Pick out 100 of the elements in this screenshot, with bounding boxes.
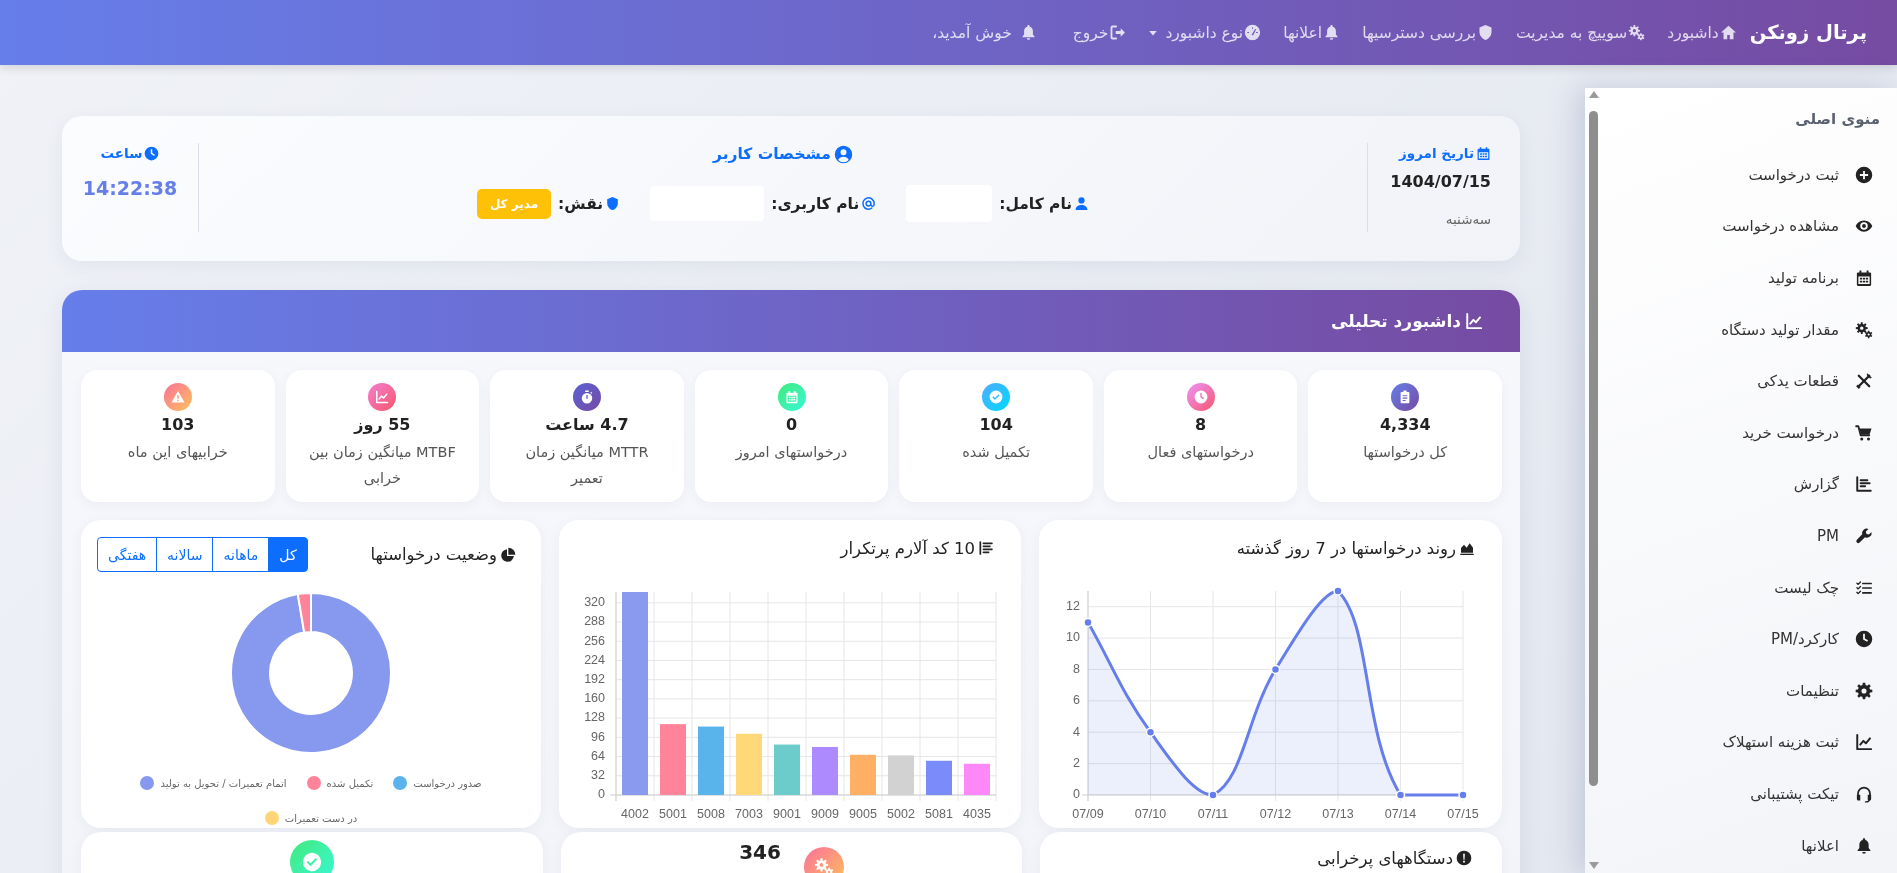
sidebar-item[interactable]: برنامه تولید [1602, 252, 1873, 304]
stat-label: درخواستهای فعال [1147, 443, 1254, 463]
brand-link[interactable]: پرتال زونکن [1749, 21, 1867, 44]
stat-value: 103 [161, 415, 195, 435]
scrollbar-thumb[interactable] [1589, 111, 1598, 786]
sidebar-item[interactable]: ثبت هزینه استهلاک [1602, 716, 1873, 769]
axis-tick-label: 64 [591, 748, 605, 763]
sidebar-item[interactable]: گزارش [1602, 458, 1873, 511]
date-title: تاریخ امروز [1399, 144, 1474, 163]
axis-label: 07/10 [1134, 807, 1167, 822]
clock-icon [1855, 630, 1873, 649]
bar [774, 744, 800, 795]
axis-label: 07/15 [1447, 807, 1479, 822]
stat-label: MTTR میانگین زمان تعمیر [524, 443, 650, 488]
sidebar-item[interactable]: قطعات یدکی [1602, 355, 1873, 407]
card-title: دستگاههای پرخرابی [1317, 848, 1453, 868]
sidebar-item[interactable]: مقدار تولید دستگاه [1602, 303, 1873, 356]
axis-tick-label: 288 [584, 614, 605, 629]
clock-icon [1186, 383, 1215, 411]
sidebar-item[interactable]: کارکرد/PM [1602, 613, 1873, 665]
exclamation-icon [1456, 850, 1472, 866]
axis-label: 07/11 [1197, 807, 1229, 822]
chart-title: وضعیت درخواستها [370, 545, 497, 564]
filter-button[interactable]: کل [268, 537, 308, 572]
data-point [1333, 586, 1343, 596]
axis-tick-label: 96 [591, 729, 605, 744]
stat-value: 55 روز [354, 415, 411, 435]
clipboard-icon [1391, 383, 1420, 411]
checklist-icon [1855, 578, 1873, 597]
bar [698, 726, 724, 795]
nav-link[interactable]: بررسی دسترسیها [1362, 23, 1495, 42]
weekday-text: سه‌شنبه [1445, 210, 1491, 229]
calendar-icon [777, 383, 806, 411]
bar [660, 724, 686, 795]
axis-label: 9001 [773, 807, 801, 822]
axis-label: 5081 [925, 807, 953, 822]
sidebar-item[interactable]: چک لیست [1602, 561, 1873, 614]
nav-link[interactable]: نوع داشبورد [1148, 23, 1262, 42]
calendar-icon [1855, 269, 1873, 287]
data-point [1145, 727, 1156, 737]
stat-value: 4.7 ساعت [545, 415, 629, 435]
clock-icon [144, 145, 160, 161]
axis-label: 07/14 [1384, 807, 1417, 822]
sidebar-item[interactable]: اعلانها [1602, 819, 1873, 872]
check-circle-icon [982, 383, 1011, 411]
nav-link[interactable]: خروج [1072, 23, 1127, 42]
stat-label: کل درخواستها [1363, 443, 1448, 463]
axis-tick-label: 12 [1066, 599, 1080, 613]
bar [850, 754, 876, 795]
scroll-down-icon[interactable] [1588, 862, 1599, 869]
nav-link[interactable]: داشبورد [1667, 23, 1737, 42]
filter-button[interactable]: سالانه [156, 537, 214, 572]
axis-tick-label: 256 [584, 633, 605, 648]
filter-button[interactable]: ماهانه [212, 537, 270, 572]
settings-icon [1855, 681, 1873, 700]
axis-tick-label: 4 [1073, 724, 1080, 739]
axis-tick-label: 8 [1073, 661, 1080, 676]
axis-label: 5001 [659, 807, 687, 822]
chart-title: روند درخواستها در 7 روز گذشته [1236, 538, 1456, 558]
axis-tick-label: 10 [1066, 630, 1080, 645]
panel-title: داشبورد تحلیلی [1331, 311, 1461, 331]
axis-label: 07/12 [1259, 807, 1292, 822]
nav-link[interactable]: اعلانها [1283, 23, 1341, 42]
axis-label: 07/13 [1322, 807, 1354, 822]
stat-value: 4,334 [1379, 415, 1431, 435]
axis-tick-label: 224 [584, 652, 605, 667]
stat-value: 0 [785, 415, 798, 435]
legend-label: صدور درخواست [413, 777, 482, 789]
sidebar-item[interactable]: PM [1602, 510, 1873, 562]
field-label: نام کامل: [999, 194, 1073, 213]
line-chart-icon [1855, 733, 1873, 752]
filter-button[interactable]: هفتگی [97, 537, 158, 572]
axis-tick-label: 0 [1073, 787, 1080, 802]
axis-tick-label: 192 [584, 672, 605, 686]
axis-tick-label: 32 [591, 768, 605, 783]
axis-label: 4002 [621, 807, 649, 822]
sidebar-item[interactable]: تیکت پشتیبانی [1602, 768, 1873, 820]
data-point [1083, 617, 1093, 628]
axis-label: 9005 [849, 807, 877, 822]
line-chart-icon [1465, 312, 1483, 330]
tools-icon [1855, 372, 1873, 391]
sidebar-item[interactable]: مشاهده درخواست [1602, 200, 1873, 253]
clock-time: 14:22:38 [82, 176, 178, 200]
gauge-icon [1244, 24, 1262, 41]
scroll-up-icon[interactable] [1588, 91, 1599, 98]
list-chart-icon [1855, 475, 1873, 494]
headset-icon [1855, 784, 1873, 803]
sidebar-item[interactable]: درخواست خرید [1602, 406, 1873, 459]
nav-link[interactable]: سوییچ به مدیریت [1516, 23, 1646, 42]
legend-label: تکمیل شده [326, 777, 374, 789]
date-value: 1404/07/15 [1390, 172, 1491, 192]
stat-label: MTBF میانگین زمان بین خرابی [307, 443, 457, 488]
welcome-text: خوش آمدید، [932, 23, 1012, 42]
at-icon [861, 196, 877, 211]
axis-label: 5008 [697, 807, 725, 822]
bell-icon [1323, 24, 1341, 41]
sidebar-item[interactable]: تنظیمات [1602, 664, 1873, 717]
clock-title: ساعت [100, 144, 143, 163]
sidebar-item[interactable]: ثبت درخواست [1602, 149, 1873, 201]
axis-label: 07/09 [1072, 807, 1104, 822]
